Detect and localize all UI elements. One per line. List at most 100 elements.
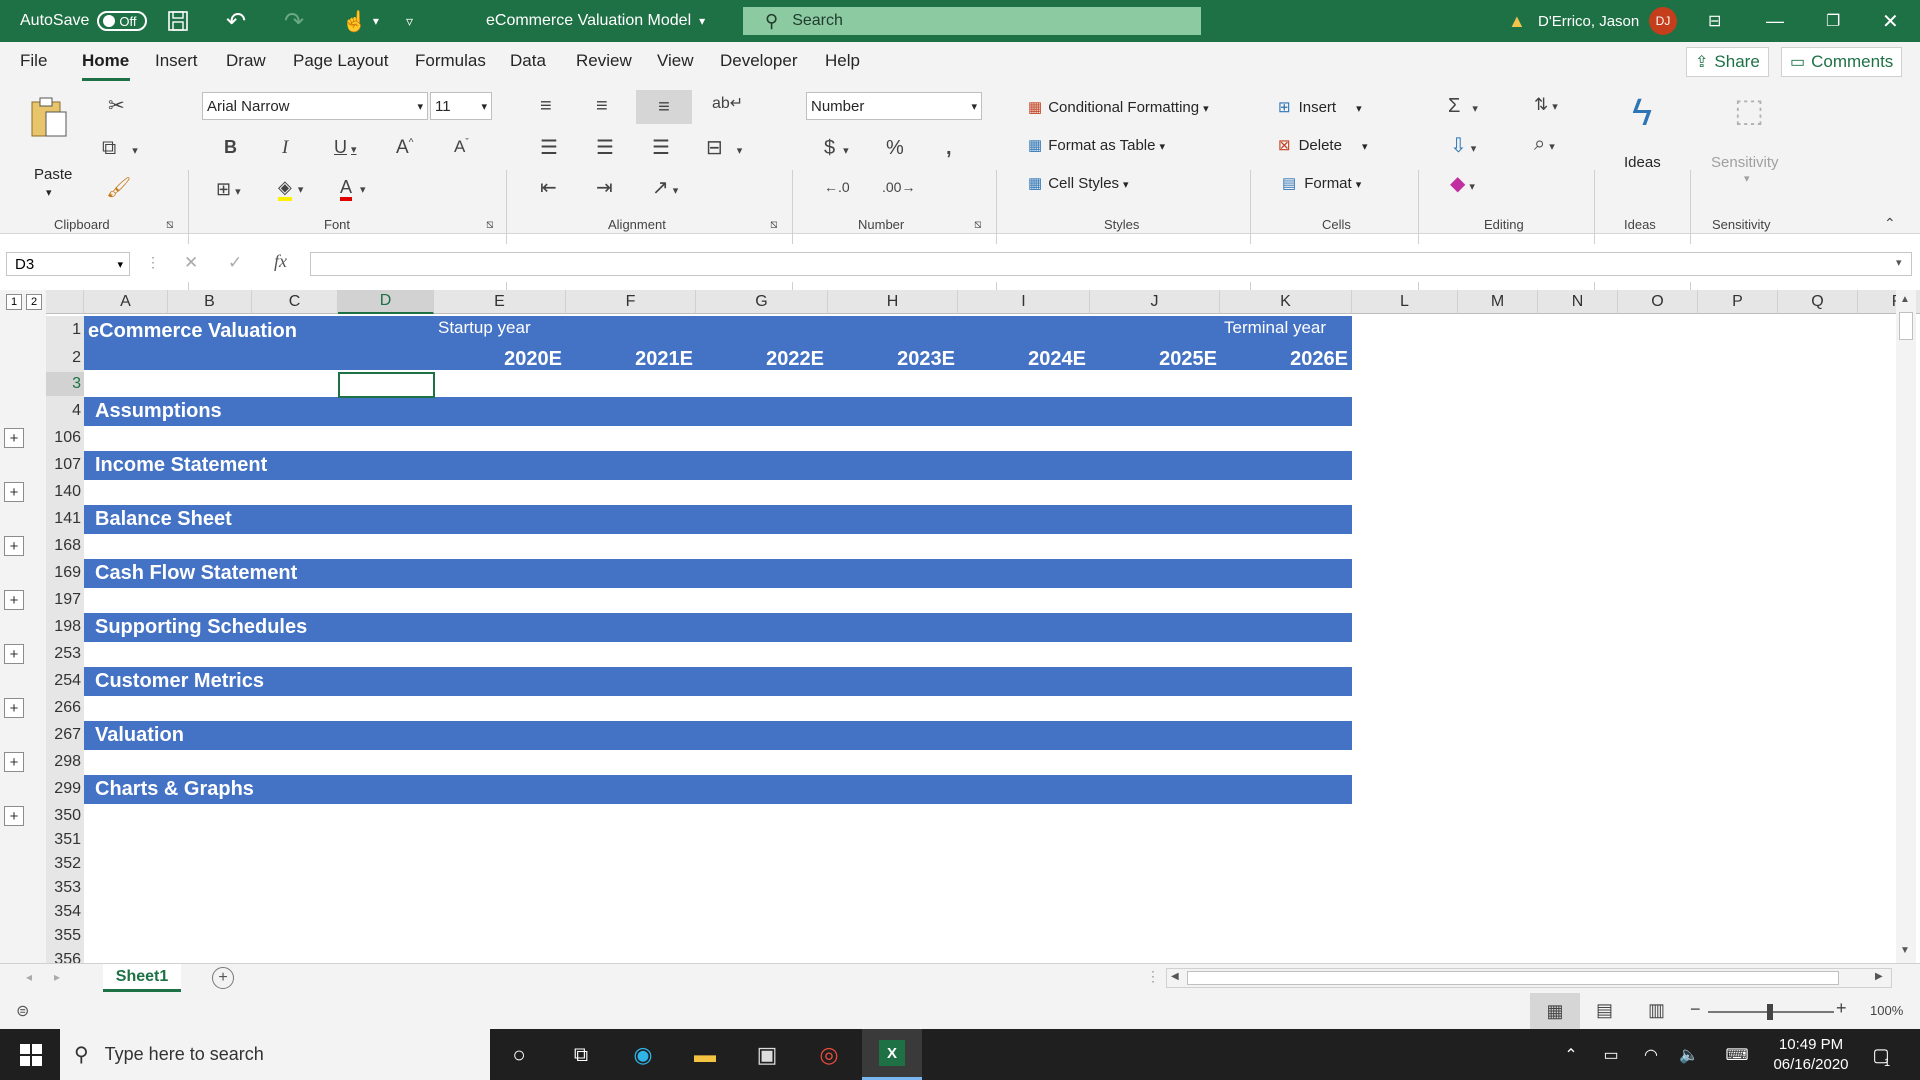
startup-year-label[interactable]: Startup year bbox=[438, 318, 531, 338]
row-header[interactable]: 1 bbox=[46, 316, 84, 344]
share-button[interactable]: ⇪ Share bbox=[1686, 47, 1769, 77]
row-header[interactable]: 2 bbox=[46, 344, 84, 372]
notifications-icon[interactable]: ▢ bbox=[1866, 1040, 1896, 1070]
autosum-icon[interactable]: Σ ▾ bbox=[1448, 96, 1478, 116]
column-header-n[interactable]: N bbox=[1538, 290, 1618, 314]
year-label[interactable]: 2023E bbox=[855, 348, 955, 371]
year-label[interactable]: 2021E bbox=[593, 348, 693, 371]
clock[interactable]: 10:49 PM 06/16/2020 bbox=[1766, 1035, 1856, 1075]
name-box[interactable]: D3 ▾ bbox=[6, 252, 130, 276]
merge-center-icon[interactable]: ⊟ ▾ bbox=[706, 138, 742, 158]
bottom-align-icon[interactable]: ≡ bbox=[636, 90, 692, 124]
restore-icon[interactable]: ❐ bbox=[1826, 0, 1840, 42]
column-header-f[interactable]: F bbox=[566, 290, 696, 314]
tab-file[interactable]: File bbox=[20, 51, 47, 71]
copy-icon[interactable]: ⧉ ▾ bbox=[102, 138, 138, 158]
wifi-icon[interactable]: ◠ bbox=[1636, 1040, 1666, 1070]
expand-group-button[interactable]: + bbox=[4, 698, 24, 718]
row-header[interactable]: 351 bbox=[46, 828, 84, 852]
bold-icon[interactable]: B bbox=[224, 138, 237, 156]
comments-button[interactable]: ▭ Comments bbox=[1781, 47, 1903, 77]
expand-group-button[interactable]: + bbox=[4, 752, 24, 772]
column-header-l[interactable]: L bbox=[1352, 290, 1458, 314]
row-header[interactable]: 4 bbox=[46, 396, 84, 426]
year-label[interactable]: 2024E bbox=[986, 348, 1086, 371]
dialog-launcher-icon[interactable]: ⧅ bbox=[974, 218, 982, 230]
dialog-launcher-icon[interactable]: ⧅ bbox=[770, 218, 778, 230]
show-hidden-icons-icon[interactable]: ⌃ bbox=[1556, 1040, 1586, 1070]
prev-sheet-icon[interactable]: ◂ bbox=[26, 970, 32, 984]
row-header[interactable]: 198 bbox=[46, 612, 84, 642]
save-icon[interactable] bbox=[167, 0, 189, 42]
section-band[interactable]: Supporting Schedules bbox=[84, 613, 1352, 642]
comma-style-icon[interactable]: , bbox=[946, 138, 952, 158]
top-align-icon[interactable]: ≡ bbox=[540, 96, 552, 116]
column-header-e[interactable]: E bbox=[434, 290, 566, 314]
dialog-launcher-icon[interactable]: ⧅ bbox=[486, 218, 494, 230]
clear-icon[interactable]: ◆ ▾ bbox=[1450, 174, 1475, 194]
underline-icon[interactable]: U ▾ bbox=[334, 138, 357, 156]
row-header[interactable]: 352 bbox=[46, 852, 84, 876]
insert-cells-button[interactable]: ⊞ Insert ▾ bbox=[1278, 98, 1362, 116]
row-header[interactable]: 355 bbox=[46, 924, 84, 948]
row-header[interactable]: 106 bbox=[46, 426, 84, 450]
column-header-j[interactable]: J bbox=[1090, 290, 1220, 314]
decrease-decimal-icon[interactable]: .00→ bbox=[882, 180, 915, 194]
orientation-icon[interactable]: ↗ ▾ bbox=[652, 178, 678, 198]
taskbar-search[interactable]: ⚲ Type here to search bbox=[60, 1029, 490, 1080]
row-header[interactable]: 356 bbox=[46, 948, 84, 963]
tab-formulas[interactable]: Formulas bbox=[415, 51, 486, 71]
scroll-left-icon[interactable]: ◀ bbox=[1171, 971, 1179, 982]
column-header-q[interactable]: Q bbox=[1778, 290, 1858, 314]
h-scroll-thumb[interactable] bbox=[1187, 971, 1839, 985]
fill-icon[interactable]: ⇩ ▾ bbox=[1450, 136, 1476, 156]
format-painter-icon[interactable]: 🖌 bbox=[106, 178, 131, 198]
column-header-a[interactable]: A bbox=[84, 290, 168, 314]
tab-view[interactable]: View bbox=[657, 51, 694, 71]
chrome-icon[interactable]: ◎ bbox=[814, 1040, 844, 1070]
document-title[interactable]: eCommerce Valuation Model ▾ bbox=[486, 0, 705, 42]
column-header-o[interactable]: O bbox=[1618, 290, 1698, 314]
column-header-h[interactable]: H bbox=[828, 290, 958, 314]
row-header[interactable]: 141 bbox=[46, 504, 84, 534]
keyboard-icon[interactable]: ⌨ bbox=[1722, 1040, 1752, 1070]
section-band[interactable]: Customer Metrics bbox=[84, 667, 1352, 696]
column-header-d[interactable]: D bbox=[338, 290, 434, 314]
horizontal-scrollbar[interactable]: ◀ ▶ bbox=[1166, 968, 1892, 988]
zoom-in-icon[interactable]: + bbox=[1836, 998, 1847, 1019]
align-left-icon[interactable]: ☰ bbox=[540, 138, 558, 158]
conditional-formatting-button[interactable]: ▦ Conditional Formatting ▾ bbox=[1028, 98, 1209, 116]
expand-group-button[interactable]: + bbox=[4, 590, 24, 610]
dialog-launcher-icon[interactable]: ⧅ bbox=[166, 218, 174, 230]
cut-icon[interactable]: ✂ bbox=[108, 96, 125, 116]
delete-cells-button[interactable]: ⊠ Delete ▾ bbox=[1278, 136, 1367, 154]
number-format-select[interactable]: Number ▾ bbox=[806, 92, 982, 120]
scroll-thumb[interactable] bbox=[1899, 312, 1913, 340]
row-header[interactable]: 267 bbox=[46, 720, 84, 750]
more-options-icon[interactable]: ⋮ bbox=[146, 254, 160, 271]
scroll-up-icon[interactable]: ▲ bbox=[1900, 294, 1910, 305]
select-all-corner[interactable] bbox=[46, 290, 84, 314]
row-header[interactable]: 3 bbox=[46, 372, 84, 396]
next-sheet-icon[interactable]: ▸ bbox=[54, 970, 60, 984]
section-band[interactable]: Balance Sheet bbox=[84, 505, 1352, 534]
excel-taskbar-icon[interactable]: X bbox=[862, 1029, 922, 1080]
row-header[interactable]: 354 bbox=[46, 900, 84, 924]
row-header[interactable]: 253 bbox=[46, 642, 84, 666]
windows-start-icon[interactable] bbox=[16, 1040, 46, 1070]
collapse-ribbon-icon[interactable]: ⌃ bbox=[1884, 216, 1896, 230]
row-header[interactable]: 169 bbox=[46, 558, 84, 588]
expand-formula-bar-icon[interactable]: ▾ bbox=[1896, 256, 1902, 269]
year-label[interactable]: 2022E bbox=[724, 348, 824, 371]
minimize-icon[interactable]: — bbox=[1766, 0, 1784, 42]
format-cells-button[interactable]: ▤ Format ▾ bbox=[1282, 174, 1361, 192]
increase-indent-icon[interactable]: ⇥ bbox=[596, 178, 613, 198]
year-label[interactable]: 2026E bbox=[1248, 348, 1348, 371]
customize-qat-icon[interactable]: ▿ bbox=[406, 0, 413, 42]
currency-icon[interactable]: $ ▾ bbox=[824, 138, 849, 158]
vertical-scrollbar[interactable]: ▲ ▼ bbox=[1896, 290, 1916, 963]
splitter-handle-icon[interactable]: ⋮ bbox=[1146, 968, 1160, 985]
expand-group-button[interactable]: + bbox=[4, 536, 24, 556]
cortana-icon[interactable]: ○ bbox=[504, 1040, 534, 1070]
zoom-slider-thumb[interactable] bbox=[1767, 1004, 1773, 1020]
